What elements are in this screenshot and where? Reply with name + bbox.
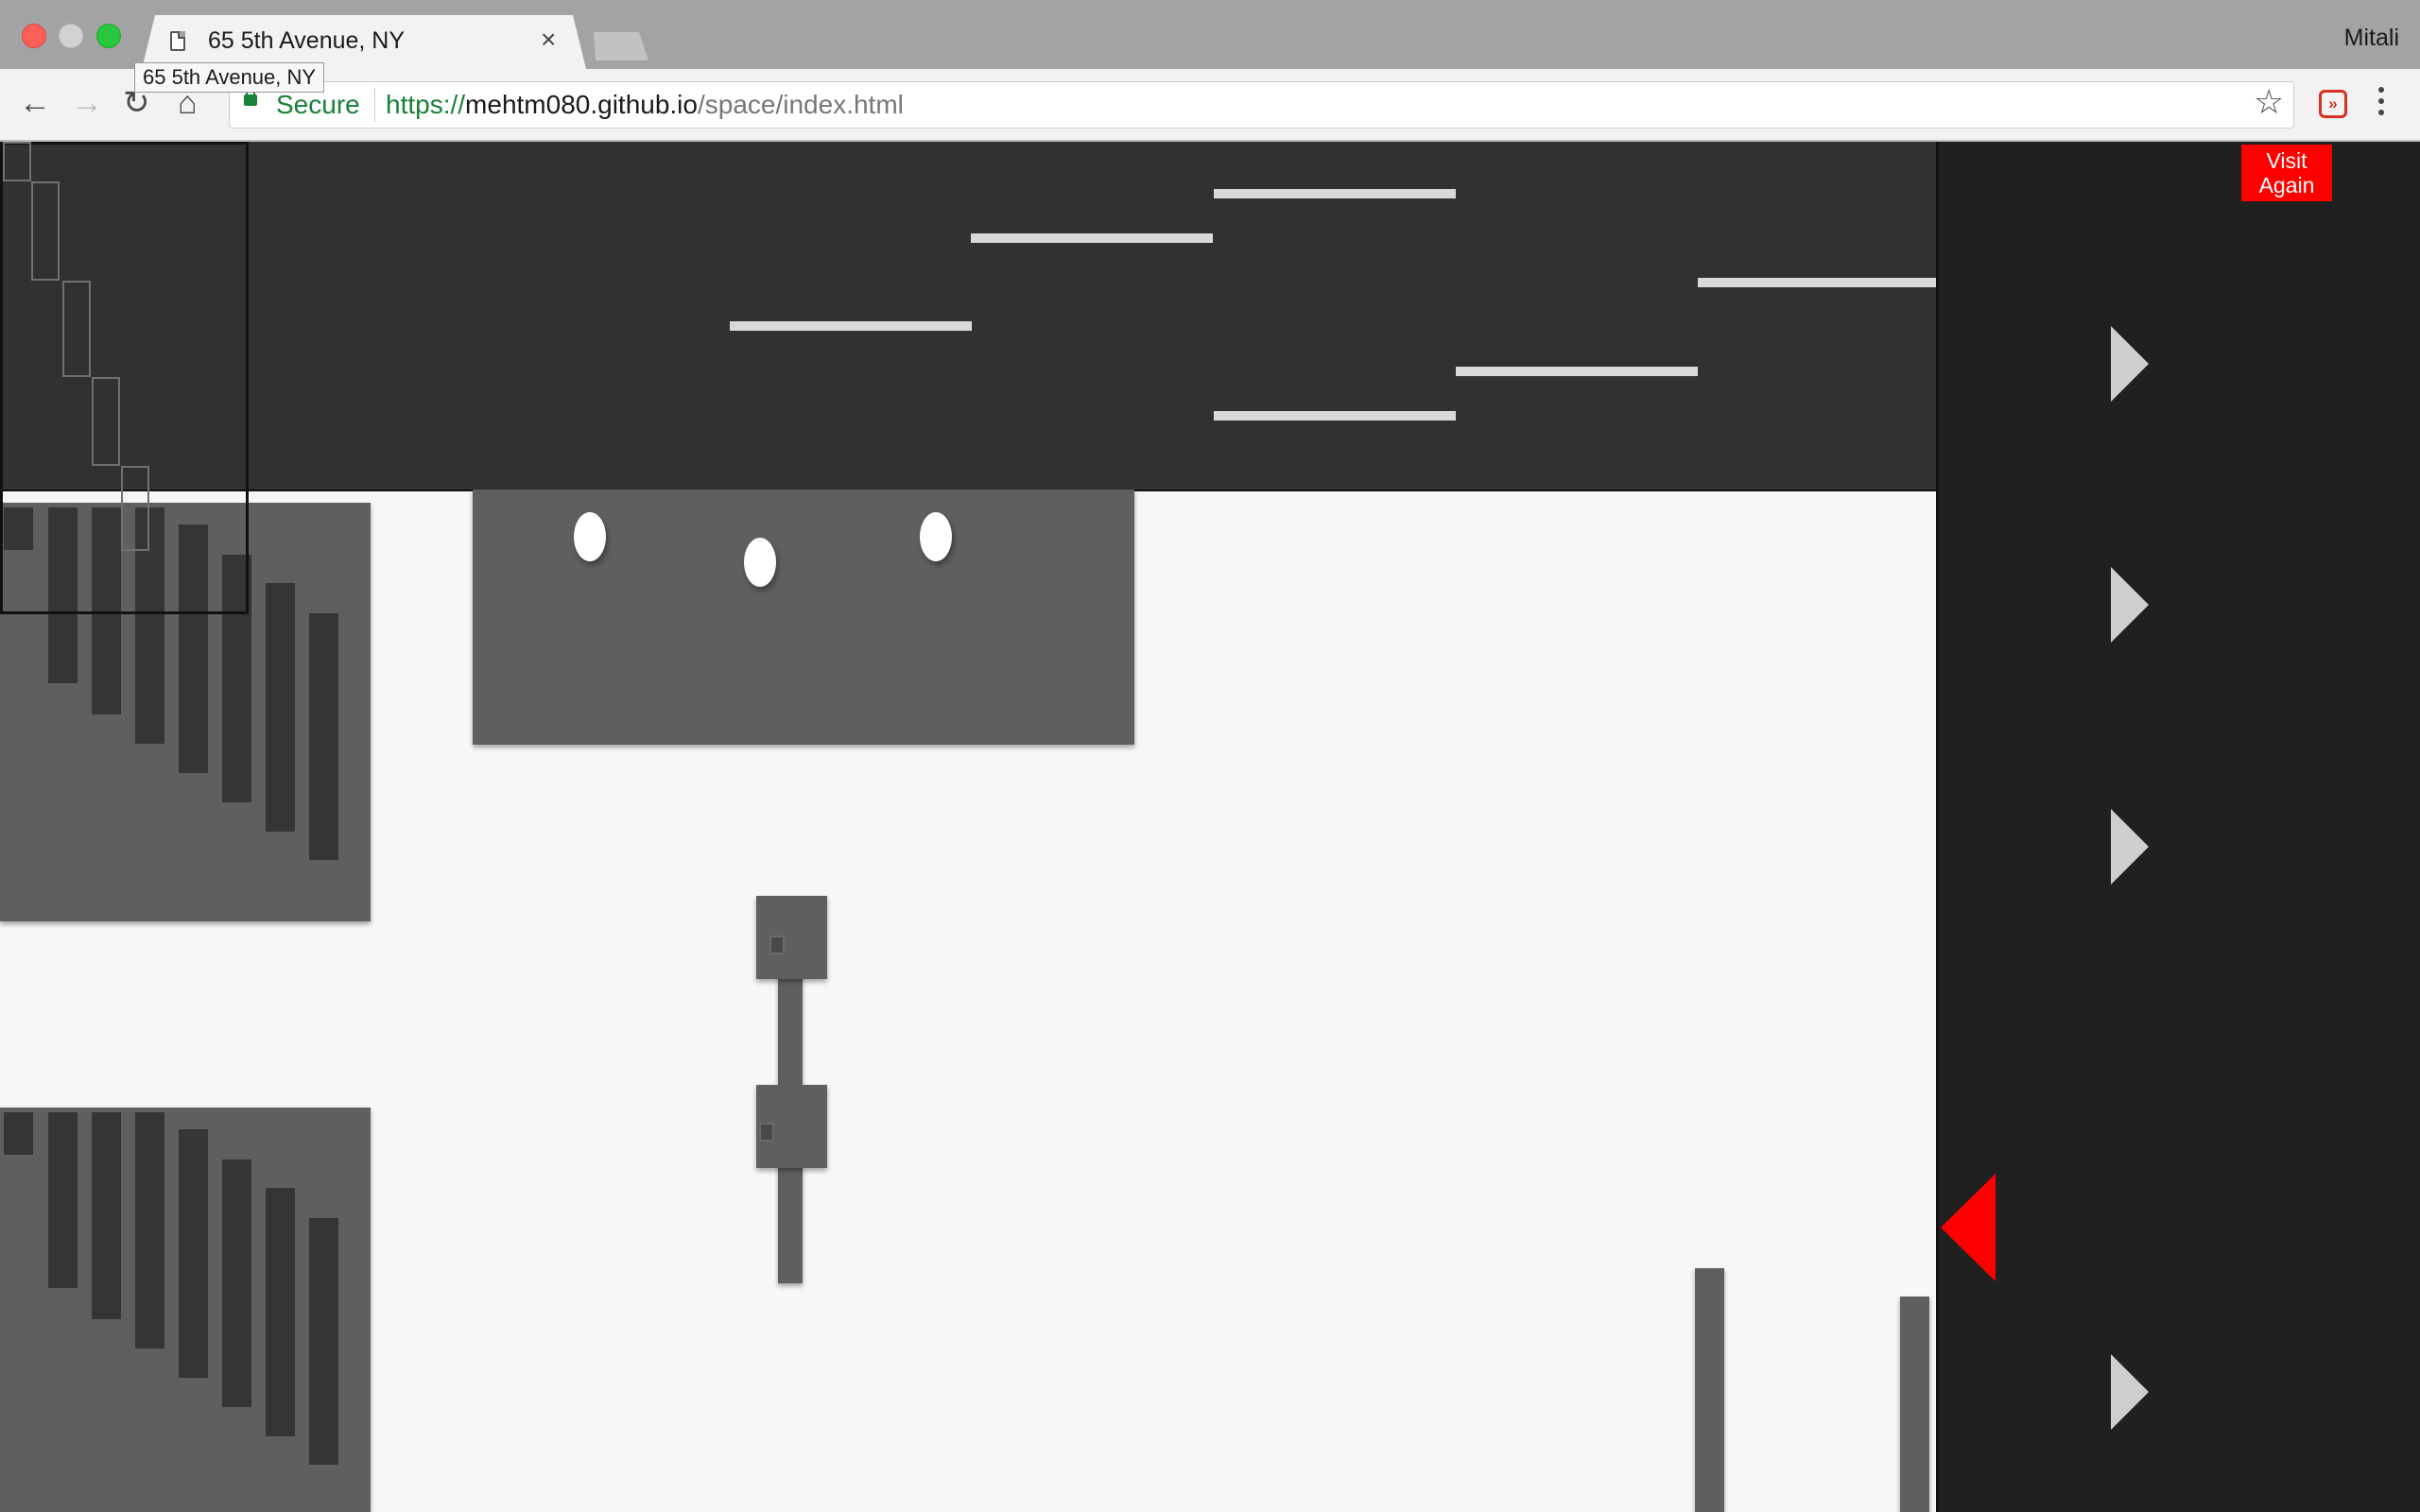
security-label[interactable]: Secure xyxy=(276,90,360,120)
lock-icon xyxy=(244,86,257,106)
url-text[interactable]: https://mehtm080.github.io/space/index.h… xyxy=(386,90,904,120)
url-scheme: https:// xyxy=(386,90,466,119)
vertical-dots-icon[interactable] xyxy=(2378,87,2384,119)
stair-bar xyxy=(48,1112,78,1288)
profile-name[interactable]: Mitali xyxy=(2344,25,2399,52)
play-arrow-right-icon[interactable] xyxy=(2111,567,2149,643)
pillar xyxy=(1695,1268,1724,1512)
stair-bar xyxy=(266,583,295,832)
band-stripe xyxy=(1456,367,1698,376)
stair-bar xyxy=(92,1112,121,1319)
seat-marker xyxy=(574,512,606,561)
band-stripe xyxy=(730,321,972,331)
play-arrow-right-icon[interactable] xyxy=(2111,809,2149,885)
table-block xyxy=(473,490,1134,745)
play-arrow-right-icon[interactable] xyxy=(2111,1354,2149,1430)
visit-again-button[interactable]: Visit Again xyxy=(2241,145,2332,201)
tab-tooltip: 65 5th Avenue, NY xyxy=(134,62,325,93)
window-minimize-button[interactable] xyxy=(59,24,83,48)
fixture-knob xyxy=(769,936,785,954)
play-arrow-right-icon[interactable] xyxy=(2111,326,2149,402)
stair-bar xyxy=(309,1218,338,1465)
arrow-left-icon[interactable]: ← xyxy=(19,87,51,119)
band-stripe xyxy=(1698,278,1938,287)
fast-forward-extension-icon[interactable]: » xyxy=(2319,90,2347,118)
close-icon[interactable]: × xyxy=(541,26,556,53)
control-sidebar xyxy=(1936,142,2420,1512)
stair-bar xyxy=(179,1129,208,1378)
fixture-knob xyxy=(759,1123,774,1142)
top-band xyxy=(0,142,1938,491)
document-icon xyxy=(170,31,185,51)
url-host: mehtm080.github.io xyxy=(465,90,698,119)
stair-bar xyxy=(4,1112,33,1155)
pillar xyxy=(1900,1297,1929,1512)
band-stripe xyxy=(971,233,1213,243)
url-path: /space/index.html xyxy=(697,90,904,119)
band-stripe xyxy=(1214,189,1456,198)
stair-bar xyxy=(222,1160,251,1407)
stair-bar xyxy=(266,1188,295,1436)
star-icon[interactable]: ☆ xyxy=(2254,85,2284,119)
tab-title: 65 5th Avenue, NY xyxy=(208,27,406,54)
window-maximize-button[interactable] xyxy=(96,24,121,48)
play-arrow-left-icon[interactable] xyxy=(1941,1174,1996,1281)
stair-bar xyxy=(309,613,338,860)
seat-marker xyxy=(920,512,952,561)
address-divider xyxy=(374,88,375,122)
stair-step xyxy=(31,181,60,281)
stair-step xyxy=(3,142,31,181)
band-stripe xyxy=(1214,411,1456,421)
arrow-right-icon[interactable]: → xyxy=(71,87,103,119)
stair-step xyxy=(92,377,120,466)
fixture-box xyxy=(756,896,827,979)
new-tab-button[interactable] xyxy=(594,32,648,60)
stair-step xyxy=(62,281,91,377)
seat-marker xyxy=(744,538,776,587)
window-close-button[interactable] xyxy=(22,24,46,48)
stair-bar xyxy=(135,1112,164,1349)
stair-step xyxy=(121,466,149,551)
